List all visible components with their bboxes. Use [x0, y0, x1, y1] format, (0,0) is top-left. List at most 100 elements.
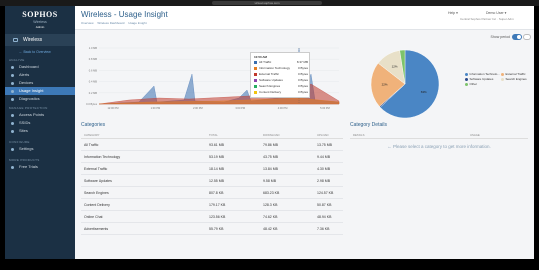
- legend-swatch: [465, 72, 468, 76]
- back-to-overview-link[interactable]: ← Back to Overview: [19, 50, 51, 54]
- pie-legend-item[interactable]: Search Engines: [501, 77, 537, 82]
- period-toggle-secondary[interactable]: [523, 34, 531, 40]
- series-swatch: [254, 60, 257, 64]
- cell-download: 683.23 KB: [263, 191, 280, 195]
- cell-category: Advertisements: [84, 227, 109, 231]
- tooltip-row: Content Delivery 0 Bytes: [254, 90, 310, 95]
- series-swatch: [254, 72, 257, 76]
- legend-swatch: [501, 72, 504, 76]
- traffic-area-chart[interactable]: 0.0 Bytes 0.2 MB 0.4 MB 0.6 MB 0.8 MB 1.0 MB 1…: [77, 44, 347, 114]
- y-tick-label: 0.2 MB: [89, 91, 97, 95]
- toolbar: Show period: [75, 31, 534, 43]
- period-toggle[interactable]: [512, 34, 522, 40]
- x-tick-label: 1:00 PM: [151, 106, 161, 110]
- series-swatch: [254, 66, 257, 70]
- cell-category: Information Technology: [84, 155, 121, 159]
- tooltip-series-name: External Traffic: [259, 72, 279, 76]
- cell-download: 79.86 MB: [263, 143, 278, 147]
- wifi-icon: [13, 38, 18, 42]
- tooltip-series-value: 0 Bytes: [297, 72, 308, 76]
- sidebar-item-label: Access Points: [19, 112, 45, 117]
- cell-download: 74.62 KB: [263, 215, 278, 219]
- table-row[interactable]: Software Updates 12.55 MB 9.58 MB 2.98 MB: [81, 175, 343, 187]
- column-header-usage: Usage: [470, 133, 480, 137]
- cell-download: 128.3 KB: [263, 203, 278, 207]
- column-header-details: Details: [353, 133, 365, 137]
- access-point-icon: [11, 113, 14, 117]
- column-header-category[interactable]: Category: [84, 132, 99, 139]
- sidebar-item-settings[interactable]: Settings: [5, 145, 75, 153]
- cell-total: 55.79 KB: [209, 227, 224, 231]
- breadcrumb-usage-insight: Usage Insight: [128, 21, 147, 25]
- tooltip-row: Search Engines 0 Bytes: [254, 84, 310, 89]
- help-menu[interactable]: Help ▾: [448, 11, 458, 15]
- categories-title: Categories: [81, 122, 106, 128]
- sidebar-item-diagnostics[interactable]: Diagnostics: [5, 95, 75, 103]
- empty-state-message: ← Please select a category to get more i…: [387, 144, 491, 149]
- sidebar-item-free-trials[interactable]: Free Trials: [5, 163, 75, 171]
- breadcrumb-overview[interactable]: Overview: [81, 21, 94, 25]
- table-header: Category Total Download Upload: [81, 132, 343, 139]
- cell-total: 179.17 KB: [209, 203, 226, 207]
- sophos-logo[interactable]: SOPHOS Wireless Admin: [15, 10, 65, 34]
- cell-upload: 7.36 KB: [317, 227, 330, 231]
- section-analyze: Analyze: [9, 58, 25, 62]
- table-row[interactable]: All Traffic 93.61 MB 79.86 MB 13.75 MB: [81, 139, 343, 151]
- category-pie-chart[interactable]: 63% 22% 12% Information Technolo... Softwa…: [353, 44, 533, 124]
- usage-icon: [11, 89, 14, 93]
- tooltip-series-name: Software Updates: [259, 78, 283, 82]
- sidebar-item-alerts[interactable]: Alerts: [5, 71, 75, 79]
- series-swatch: [254, 84, 257, 88]
- table-row[interactable]: Search Engines 807.8 KB 683.23 KB 124.57 KB: [81, 187, 343, 199]
- y-tick-label: 0.4 MB: [89, 80, 97, 84]
- sidebar-item-label: Settings: [19, 146, 34, 151]
- sidebar-item-dashboard[interactable]: Dashboard: [5, 63, 75, 71]
- cell-download: 48.42 KB: [263, 227, 278, 231]
- tooltip-series-name: Content Delivery: [259, 90, 282, 94]
- tooltip-series-value: 0 Bytes: [297, 66, 308, 70]
- cell-category: All Traffic: [84, 143, 99, 147]
- product-name: Wireless: [33, 20, 47, 24]
- sidebar-product-label: Wireless: [23, 37, 43, 43]
- sidebar-product-wireless[interactable]: Wireless: [5, 34, 75, 46]
- tooltip-row: Software Updates 0 Bytes: [254, 78, 310, 83]
- devices-icon: [11, 81, 14, 85]
- sidebar-item-usage-insight[interactable]: Usage Insight: [5, 87, 75, 95]
- table-row[interactable]: Content Delivery 179.17 KB 128.3 KB 50.87 K…: [81, 199, 343, 211]
- tooltip-row: All Traffic 8.37 MB: [254, 60, 310, 65]
- cell-total: 18.14 MB: [209, 167, 224, 171]
- y-tick-label: 0.0 Bytes: [86, 102, 98, 106]
- cell-category: Content Delivery: [84, 203, 110, 207]
- column-header-total[interactable]: Total: [209, 132, 218, 139]
- y-tick-label: 0.6 MB: [89, 68, 97, 72]
- screen: virtual.sophos.com SOPHOS Wireless Admin…: [0, 0, 539, 270]
- table-row[interactable]: Advertisements 55.79 KB 48.42 KB 7.36 KB: [81, 223, 343, 235]
- column-header-download[interactable]: Download: [263, 132, 279, 139]
- cell-category: External Traffic: [84, 167, 108, 171]
- table-row[interactable]: Online Chat 123.56 KB 74.62 KB 48.94 KB: [81, 211, 343, 223]
- section-configure: Configure: [9, 140, 30, 144]
- legend-swatch: [465, 77, 468, 81]
- cell-total: 53.19 MB: [209, 155, 224, 159]
- x-tick-label: 12:00 PM: [107, 106, 118, 110]
- pie-legend-item[interactable]: Other: [465, 82, 501, 87]
- tooltip-series-value: 8.37 MB: [296, 60, 308, 64]
- sidebar-item-devices[interactable]: Devices: [5, 79, 75, 87]
- breadcrumb-wireless-dashboard[interactable]: Wireless Dashboard: [97, 21, 124, 25]
- sidebar-item-sites[interactable]: Sites: [5, 127, 75, 135]
- sites-icon: [11, 129, 14, 133]
- series-swatch: [254, 78, 257, 82]
- show-period-label: Show period: [490, 35, 510, 39]
- table-row[interactable]: Information Technology 53.19 MB 43.75 MB 9.…: [81, 151, 343, 163]
- column-header-upload[interactable]: Upload: [317, 132, 329, 139]
- table-row[interactable]: External Traffic 18.14 MB 13.84 MB 4.30 MB: [81, 163, 343, 175]
- legend-swatch: [501, 77, 504, 81]
- tooltip-series-name: Information Technology: [259, 66, 290, 70]
- sidebar: SOPHOS Wireless Admin Wireless ← Back to…: [5, 6, 75, 259]
- trial-icon: [11, 165, 14, 169]
- sidebar-item-access-points[interactable]: Access Points: [5, 111, 75, 119]
- sidebar-item-ssids[interactable]: SSIDs: [5, 119, 75, 127]
- user-menu[interactable]: Demo User ▾: [486, 11, 506, 15]
- address-bar[interactable]: virtual.sophos.com: [212, 1, 322, 5]
- cell-upload: 124.57 KB: [317, 191, 334, 195]
